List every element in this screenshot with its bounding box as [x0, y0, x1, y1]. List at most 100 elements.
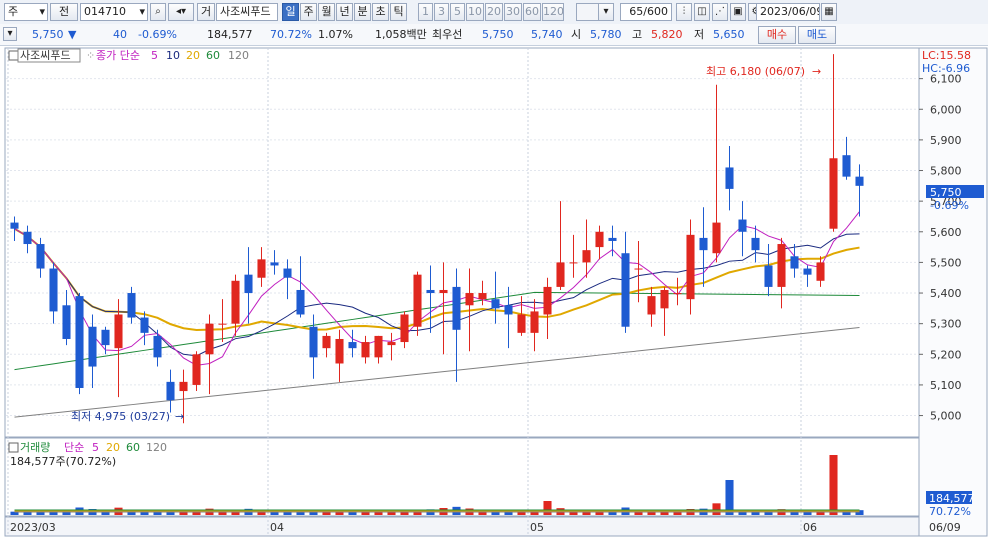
period-tab-2[interactable]: 월 — [318, 3, 335, 21]
candle-body — [816, 262, 825, 281]
prev-button[interactable]: 전 — [50, 3, 78, 21]
data-count-max: /600 — [643, 5, 668, 18]
price-volume-chart[interactable]: 6,1006,0005,9005,8005,7005,6005,5005,400… — [0, 46, 988, 537]
period-tab-0[interactable]: 일 — [282, 3, 299, 21]
sell-button[interactable]: 매도 — [798, 26, 836, 44]
vma20-legend: 20 — [106, 441, 120, 454]
period-tab-6[interactable]: 틱 — [390, 3, 407, 21]
interval-button-10[interactable]: 10 — [466, 3, 484, 21]
candle-body — [400, 314, 409, 343]
volume-value: 184,577 — [207, 28, 253, 41]
candle-body — [192, 354, 201, 385]
interval-button-30[interactable]: 30 — [504, 3, 522, 21]
dropdown-icon[interactable]: ▾ — [3, 27, 17, 41]
price-change-pct: -0.69% — [138, 28, 177, 41]
interval-button-5[interactable]: 5 — [450, 3, 465, 21]
bid-price: 5,740 — [531, 28, 563, 41]
main-toolbar: 주 ▾ 전 014710 ▾ ⌕ ◂▾ 거 사조씨푸드 일주월년분초틱 1351… — [0, 0, 988, 25]
volume-ratio-tag: 70.72% — [929, 505, 971, 518]
candle-body — [374, 335, 383, 358]
last-date-label: 06/09 — [929, 521, 961, 534]
market-select-value: 주 — [8, 5, 19, 18]
price-panel-title: 사조씨푸드 — [20, 49, 71, 62]
period-tab-1[interactable]: 주 — [300, 3, 317, 21]
candle-body — [725, 167, 734, 189]
buy-button[interactable]: 매수 — [758, 26, 796, 44]
period-tab-5[interactable]: 초 — [372, 3, 389, 21]
x-tick-label: 06 — [803, 521, 817, 534]
candle-body — [595, 231, 604, 248]
y-tick-label: 5,600 — [930, 226, 962, 239]
candle-body — [75, 296, 84, 388]
volume-panel-frame — [4, 437, 920, 517]
candle-body — [738, 219, 747, 232]
high-arrow-icon: → — [812, 65, 821, 78]
candle-body — [426, 289, 435, 294]
volume-panel-title: 거래량 — [20, 441, 50, 454]
interval-button-20[interactable]: 20 — [485, 3, 503, 21]
candle-type-icon[interactable]: ⫶ — [676, 3, 692, 21]
candle-body — [465, 293, 474, 306]
market-select[interactable]: 주 ▾ — [4, 3, 48, 21]
y-tick-label: 5,800 — [930, 165, 962, 178]
interval-button-3[interactable]: 3 — [434, 3, 449, 21]
calendar-icon[interactable]: ▦ — [821, 3, 837, 21]
candle-body — [764, 265, 773, 287]
candle-body — [803, 268, 812, 275]
candle-body — [712, 222, 721, 254]
y-tick-label: 5,100 — [930, 379, 962, 392]
zoom-icon[interactable]: ◫ — [694, 3, 710, 21]
hc-label: HC:-6.96 — [922, 62, 970, 75]
save-icon[interactable]: ▣ — [730, 3, 746, 21]
current-price: 5,750 — [32, 28, 64, 41]
compare-chart-icon[interactable]: ⋰ — [712, 3, 728, 21]
candle-body — [62, 305, 71, 339]
candle-body — [751, 237, 760, 251]
period-tab-3[interactable]: 년 — [336, 3, 353, 21]
quote-bar: ▾ 5,750 ▼ 40 -0.69% 184,577 70.72% 1.07%… — [0, 24, 988, 46]
turnover-pct: 1.07% — [318, 28, 353, 41]
ma5-legend: 5 — [151, 49, 158, 62]
candle-body — [231, 280, 240, 324]
chevron-down-icon: ▾ — [139, 5, 145, 18]
best-quote-label: 최우선 — [432, 28, 463, 41]
candle-body — [127, 293, 136, 318]
candle-body — [686, 234, 695, 300]
candle-body — [244, 274, 253, 294]
interval-button-120[interactable]: 120 — [542, 3, 564, 21]
chevron-down-icon[interactable]: ▾ — [598, 3, 614, 21]
date-input[interactable]: 2023/06/09 — [756, 3, 820, 21]
speaker-icon[interactable]: ◂▾ — [168, 3, 194, 21]
candle-body — [452, 286, 461, 330]
candle-body — [322, 335, 331, 349]
candle-body — [296, 289, 305, 315]
candle-body — [348, 342, 357, 349]
company-info-button[interactable]: 거 — [197, 3, 215, 21]
chevron-down-icon: ▾ — [39, 5, 45, 18]
candle-body — [673, 293, 682, 295]
candle-body — [23, 231, 32, 245]
candle-body — [699, 237, 708, 251]
candle-body — [556, 262, 565, 287]
candle-body — [153, 335, 162, 358]
ma-settings-icon[interactable]: ⁘ — [86, 49, 95, 62]
data-count-input[interactable]: 65/600 — [620, 3, 672, 21]
candle-body — [608, 237, 617, 241]
low-label: 저 — [694, 28, 705, 41]
interval-button-1[interactable]: 1 — [418, 3, 433, 21]
current-change-tag: -0.69% — [930, 199, 969, 212]
vma5-legend: 5 — [92, 441, 99, 454]
candle-body — [88, 326, 97, 367]
candle-body — [634, 268, 643, 270]
search-icon[interactable]: ⌕ — [150, 3, 166, 21]
lc-label: LC:15.58 — [922, 49, 971, 62]
volume-bar — [543, 501, 552, 515]
candle-body — [10, 222, 19, 229]
interval-button-60[interactable]: 60 — [523, 3, 541, 21]
candle-body — [257, 259, 266, 278]
current-price-tag-value: 5,750 — [930, 186, 962, 199]
candle-body — [335, 338, 344, 364]
candle-body — [166, 381, 175, 401]
period-tab-4[interactable]: 분 — [354, 3, 371, 21]
stock-code-input[interactable]: 014710 ▾ — [80, 3, 148, 21]
